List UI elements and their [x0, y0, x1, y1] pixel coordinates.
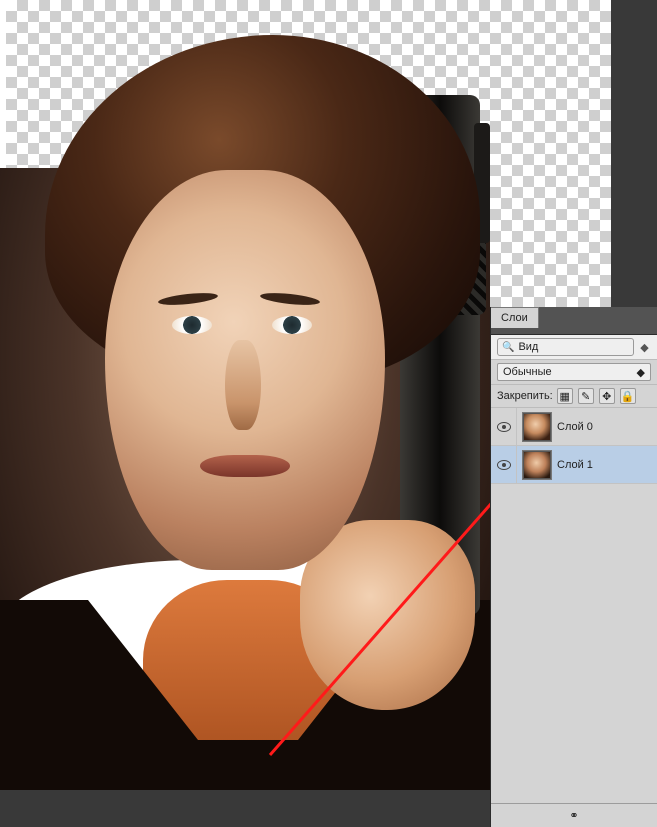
- layer-name[interactable]: Слой 0: [557, 421, 657, 433]
- blend-mode-row: Обычные ◆: [491, 360, 657, 385]
- eye-icon: [497, 460, 511, 470]
- layer-row[interactable]: Слой 1: [491, 446, 657, 484]
- move-icon: ✥: [602, 390, 611, 403]
- portrait-mouth: [200, 455, 290, 477]
- panel-tabs: Слои: [491, 307, 657, 328]
- layer-filter-value: Вид: [518, 341, 538, 353]
- layer-thumbnail[interactable]: [522, 412, 552, 442]
- lock-label: Закрепить:: [497, 390, 553, 402]
- link-layers-button[interactable]: ⚭: [566, 808, 582, 824]
- visibility-toggle[interactable]: [491, 446, 517, 484]
- layer-name[interactable]: Слой 1: [557, 459, 657, 471]
- checker-icon: ▦: [560, 390, 570, 403]
- eye-icon: [497, 422, 511, 432]
- lock-icons: ▦ ✎ ✥ 🔒: [557, 388, 636, 404]
- portrait-eye-right: [272, 316, 312, 334]
- lock-row: Закрепить: ▦ ✎ ✥ 🔒: [491, 385, 657, 408]
- lock-position-button[interactable]: ✥: [599, 388, 615, 404]
- document-canvas[interactable]: [0, 0, 490, 790]
- chevron-down-icon: ◆: [637, 366, 645, 379]
- portrait-eye-left: [172, 316, 212, 334]
- portrait-hand: [300, 520, 475, 710]
- panel-footer: ⚭: [491, 803, 657, 827]
- brush-icon: ✎: [581, 390, 590, 403]
- lock-transparency-button[interactable]: ▦: [557, 388, 573, 404]
- portrait-nose: [225, 340, 261, 430]
- app-frame: Слои 🔍 Вид ◆ Обычные ◆ Закрепить: ▦ ✎ ✥: [0, 0, 657, 827]
- layers-panel: Слои 🔍 Вид ◆ Обычные ◆ Закрепить: ▦ ✎ ✥: [490, 307, 657, 827]
- tab-label: Слои: [501, 312, 528, 324]
- layer-filter-row: 🔍 Вид ◆: [491, 335, 657, 360]
- layer-filter-select[interactable]: 🔍 Вид: [497, 338, 634, 356]
- blend-mode-select[interactable]: Обычные ◆: [497, 363, 651, 381]
- layers-list: Слой 0 Слой 1: [491, 408, 657, 803]
- visibility-toggle[interactable]: [491, 408, 517, 446]
- layer-row[interactable]: Слой 0: [491, 408, 657, 446]
- lock-all-button[interactable]: 🔒: [620, 388, 636, 404]
- panel-menu-strip: [491, 328, 657, 335]
- chevron-down-icon[interactable]: ◆: [638, 341, 651, 354]
- blend-mode-value: Обычные: [503, 366, 552, 378]
- layer-thumbnail[interactable]: [522, 450, 552, 480]
- tab-layers[interactable]: Слои: [491, 307, 539, 328]
- lock-icon: 🔒: [621, 390, 635, 403]
- search-icon: 🔍: [502, 342, 514, 353]
- link-icon: ⚭: [569, 809, 578, 822]
- lock-pixels-button[interactable]: ✎: [578, 388, 594, 404]
